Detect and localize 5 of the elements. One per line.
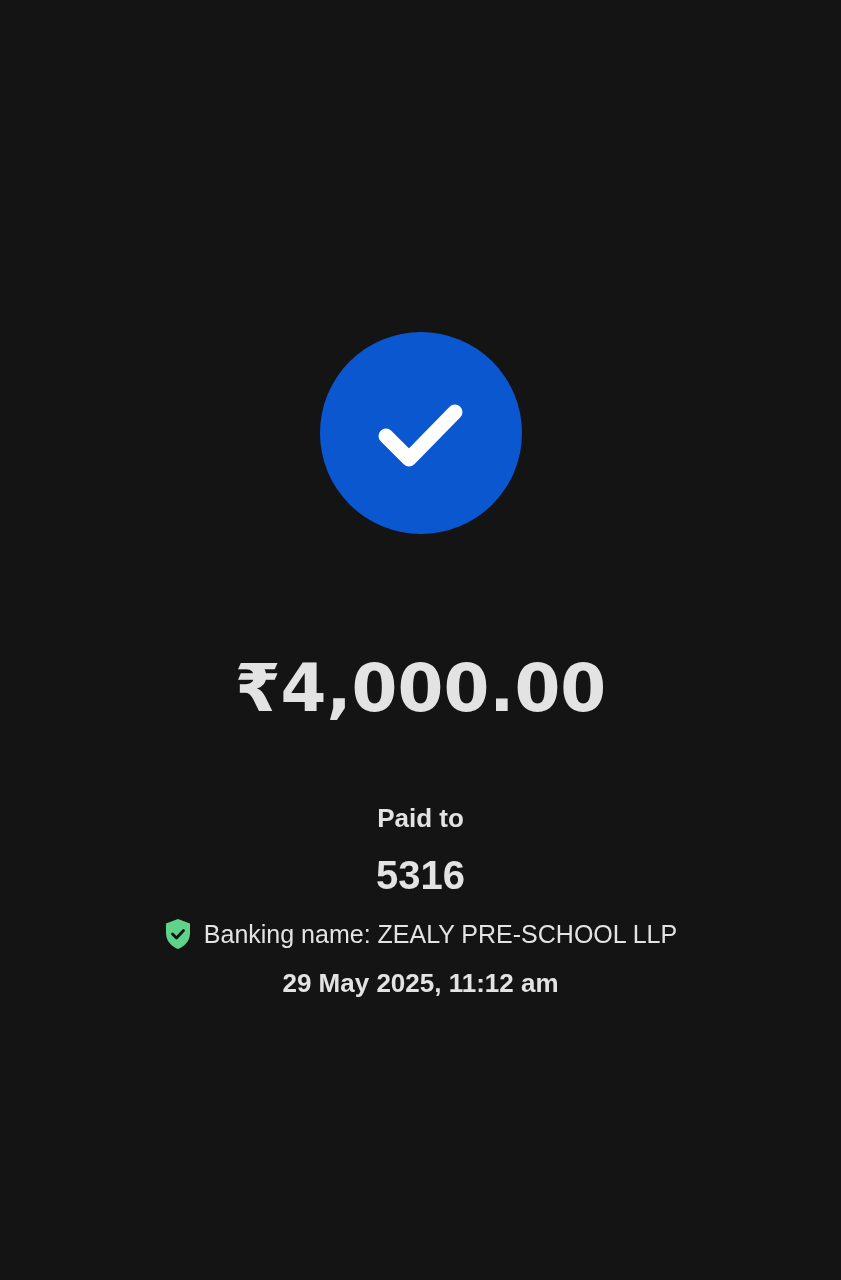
payment-timestamp: 29 May 2025, 11:12 am [282, 968, 559, 999]
payee-name: 5316 [376, 852, 465, 899]
payment-amount: ₹4,000.00 [234, 649, 607, 729]
banking-name: Banking name: ZEALY PRE-SCHOOL LLP [203, 918, 678, 950]
paid-to-label: Paid to [377, 803, 464, 834]
